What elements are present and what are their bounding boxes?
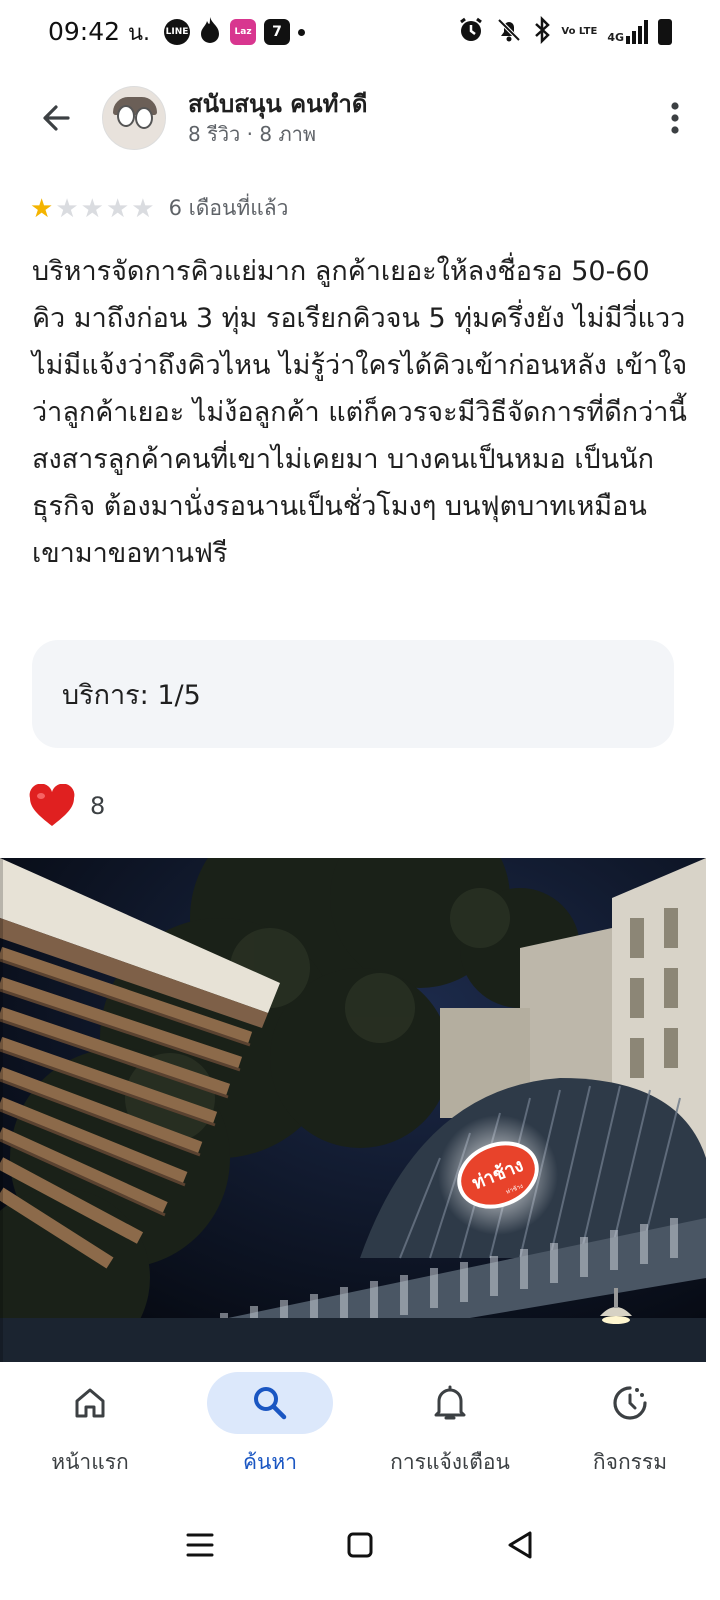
like-count: 8 bbox=[90, 792, 106, 820]
bell-icon bbox=[434, 1385, 466, 1420]
lazada-icon: Laz bbox=[230, 19, 257, 45]
rating-row: ★ ★ ★ ★ ★ 6 เดือนที่แล้ว bbox=[30, 192, 288, 225]
star-empty-icon: ★ bbox=[131, 193, 155, 224]
volte-icon: Vo LTE bbox=[561, 26, 598, 37]
triangle-back-icon bbox=[508, 1531, 532, 1559]
search-icon bbox=[254, 1387, 287, 1420]
bluetooth-icon bbox=[533, 15, 551, 48]
star-empty-icon: ★ bbox=[105, 193, 130, 224]
flame-icon bbox=[198, 16, 222, 48]
more-options-button[interactable] bbox=[650, 88, 700, 148]
recents-button[interactable] bbox=[170, 1515, 230, 1575]
square-icon bbox=[347, 1532, 373, 1558]
status-time-value: 09:42 bbox=[48, 16, 121, 46]
nav-label-notifications: การแจ้งเตือน bbox=[390, 1450, 510, 1474]
nav-pill-search[interactable] bbox=[207, 1372, 333, 1434]
star-rating: ★ ★ ★ ★ ★ bbox=[30, 194, 155, 224]
nav-item-notifications[interactable]: การแจ้งเตือน bbox=[360, 1362, 540, 1490]
nav-pill-notifications[interactable] bbox=[387, 1372, 513, 1434]
avatar[interactable] bbox=[102, 86, 166, 150]
alarm-icon bbox=[457, 16, 485, 48]
user-name[interactable]: สนับสนุน คนทำดี bbox=[188, 88, 650, 120]
home-button[interactable] bbox=[330, 1515, 390, 1575]
line-icon: LINE bbox=[164, 19, 191, 45]
network-label: 4G bbox=[607, 31, 624, 44]
bottom-navigation: หน้าแรก ค้นหา การแจ้งเตือน กิจกรรม bbox=[0, 1362, 720, 1490]
review-photo[interactable]: ท่าช้าง ท่าช้าง bbox=[0, 858, 706, 1362]
menu-icon bbox=[186, 1533, 214, 1557]
review-date: 6 เดือนที่แล้ว bbox=[168, 196, 289, 220]
back-button[interactable] bbox=[26, 88, 86, 148]
mute-icon bbox=[495, 16, 523, 48]
activity-icon bbox=[613, 1386, 647, 1420]
arrow-back-icon bbox=[43, 105, 70, 131]
star-filled-icon: ★ bbox=[30, 193, 54, 224]
nav-label-search: ค้นหา bbox=[242, 1450, 298, 1474]
nav-label-activity: กิจกรรม bbox=[592, 1450, 668, 1474]
nav-pill-activity[interactable] bbox=[567, 1372, 693, 1434]
battery-icon bbox=[658, 19, 672, 45]
restaurant-night-photo: ท่าช้าง ท่าช้าง bbox=[0, 858, 706, 1362]
nav-item-activity[interactable]: กิจกรรม bbox=[540, 1362, 720, 1490]
nav-item-home[interactable]: หน้าแรก bbox=[0, 1362, 180, 1490]
status-time: 09:42 น. bbox=[48, 15, 150, 50]
system-navigation-bar bbox=[0, 1490, 720, 1600]
star-empty-icon: ★ bbox=[55, 193, 79, 224]
nav-item-search[interactable]: ค้นหา bbox=[180, 1362, 360, 1490]
user-info[interactable]: สนับสนุน คนทำดี 8 รีวิว · 8 ภาพ bbox=[188, 88, 650, 148]
home-icon bbox=[75, 1388, 105, 1418]
like-row[interactable]: 8 bbox=[28, 784, 105, 828]
nav-pill-home[interactable] bbox=[27, 1372, 153, 1434]
back-system-button[interactable] bbox=[490, 1515, 550, 1575]
4g-signal-icon: 4G bbox=[607, 20, 648, 44]
dot-icon bbox=[298, 28, 306, 36]
nav-label-home: หน้าแรก bbox=[51, 1450, 129, 1474]
service-rating: บริการ: 1/5 bbox=[62, 679, 201, 711]
seven-eleven-icon: 7 bbox=[264, 19, 291, 45]
service-rating-box: บริการ: 1/5 bbox=[32, 640, 674, 748]
heart-icon[interactable] bbox=[28, 784, 76, 828]
star-empty-icon: ★ bbox=[80, 193, 104, 224]
more-vert-icon bbox=[671, 102, 679, 134]
user-meta: 8 รีวิว · 8 ภาพ bbox=[188, 122, 317, 146]
review-header: สนับสนุน คนทำดี 8 รีวิว · 8 ภาพ bbox=[0, 78, 720, 158]
status-time-suffix: น. bbox=[128, 20, 151, 46]
notification-icons: LINE Laz 7 bbox=[164, 16, 306, 48]
system-icons: Vo LTE 4G bbox=[457, 15, 672, 48]
status-bar: 09:42 น. LINE Laz 7 Vo LTE 4G bbox=[0, 0, 720, 64]
review-text: บริหารจัดการคิวแย่มาก ลูกค้าเยอะให้ลงชื่… bbox=[32, 256, 688, 569]
